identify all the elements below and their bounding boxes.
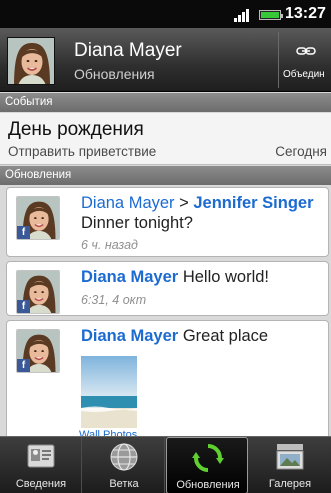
update-message: Great place xyxy=(182,327,269,345)
tab-thread-label: Ветка xyxy=(109,478,139,490)
update-card[interactable]: f Diana Mayer > Jennifer Singer Dinner t… xyxy=(6,187,329,257)
send-greeting-link[interactable]: Отправить приветствие xyxy=(8,144,156,159)
contact-subtitle: Обновления xyxy=(74,66,155,82)
facebook-icon: f xyxy=(17,359,30,372)
update-author[interactable]: Diana Mayer xyxy=(81,327,178,345)
battery-icon xyxy=(259,10,283,20)
contact-header: Diana Mayer Обновления Объедин xyxy=(0,28,331,92)
tab-gallery-label: Галерея xyxy=(268,478,312,490)
facebook-icon: f xyxy=(17,300,30,313)
update-avatar[interactable]: f xyxy=(16,329,60,373)
updates-section-header: Обновления xyxy=(0,166,331,185)
status-time: 13:27 xyxy=(285,5,326,22)
link-contact-label: Объедин xyxy=(283,69,325,80)
update-header: Diana Mayer Hello world! xyxy=(81,268,269,287)
update-author[interactable]: Diana Mayer xyxy=(81,194,175,212)
update-message: Hello world! xyxy=(182,268,270,286)
update-header: Diana Mayer Great place xyxy=(81,327,268,346)
recipient-arrow: > xyxy=(179,194,189,212)
update-recipient[interactable]: Jennifer Singer xyxy=(193,194,313,212)
contact-avatar[interactable] xyxy=(7,37,55,85)
signal-bars-icon xyxy=(234,8,252,22)
refresh-icon xyxy=(192,444,224,472)
event-date: Сегодня xyxy=(275,144,327,159)
tab-updates[interactable]: Обновления xyxy=(166,437,248,493)
tab-updates-label: Обновления xyxy=(176,479,240,491)
tab-details[interactable]: Сведения xyxy=(0,437,82,493)
tab-thread[interactable]: Ветка xyxy=(83,437,165,493)
update-card[interactable]: f Diana Mayer Great place Wall Photos xyxy=(6,320,329,445)
tab-details-label: Сведения xyxy=(15,478,67,490)
birthday-event-row[interactable]: День рождения Отправить приветствие Сего… xyxy=(0,113,331,165)
update-time: 6 ч. назад xyxy=(81,238,138,252)
update-message: Dinner tonight? xyxy=(81,214,193,232)
event-title: День рождения xyxy=(8,119,144,140)
chain-link-icon xyxy=(296,47,316,55)
globe-icon xyxy=(110,443,138,471)
beach-photo-thumbnail[interactable] xyxy=(81,356,137,428)
update-card[interactable]: f Diana Mayer Hello world! 6:31, 4 окт xyxy=(6,261,329,316)
events-section-header: События xyxy=(0,93,331,112)
header-divider xyxy=(278,32,279,88)
link-contact-button[interactable]: Объедин xyxy=(280,32,331,88)
update-time: 6:31, 4 окт xyxy=(81,293,147,307)
contact-name: Diana Mayer xyxy=(74,40,182,61)
tab-gallery[interactable]: Галерея xyxy=(249,437,331,493)
update-avatar[interactable]: f xyxy=(16,196,60,240)
status-bar: 13:27 xyxy=(0,0,331,28)
bottom-tab-bar: Сведения Ветка Обновления Галерея xyxy=(0,436,331,493)
update-header: Diana Mayer > Jennifer Singer xyxy=(81,194,314,213)
photo-gallery-icon xyxy=(276,444,304,470)
update-avatar[interactable]: f xyxy=(16,270,60,314)
facebook-icon: f xyxy=(17,226,30,239)
update-author[interactable]: Diana Mayer xyxy=(81,268,178,286)
contact-card-icon xyxy=(27,444,55,468)
